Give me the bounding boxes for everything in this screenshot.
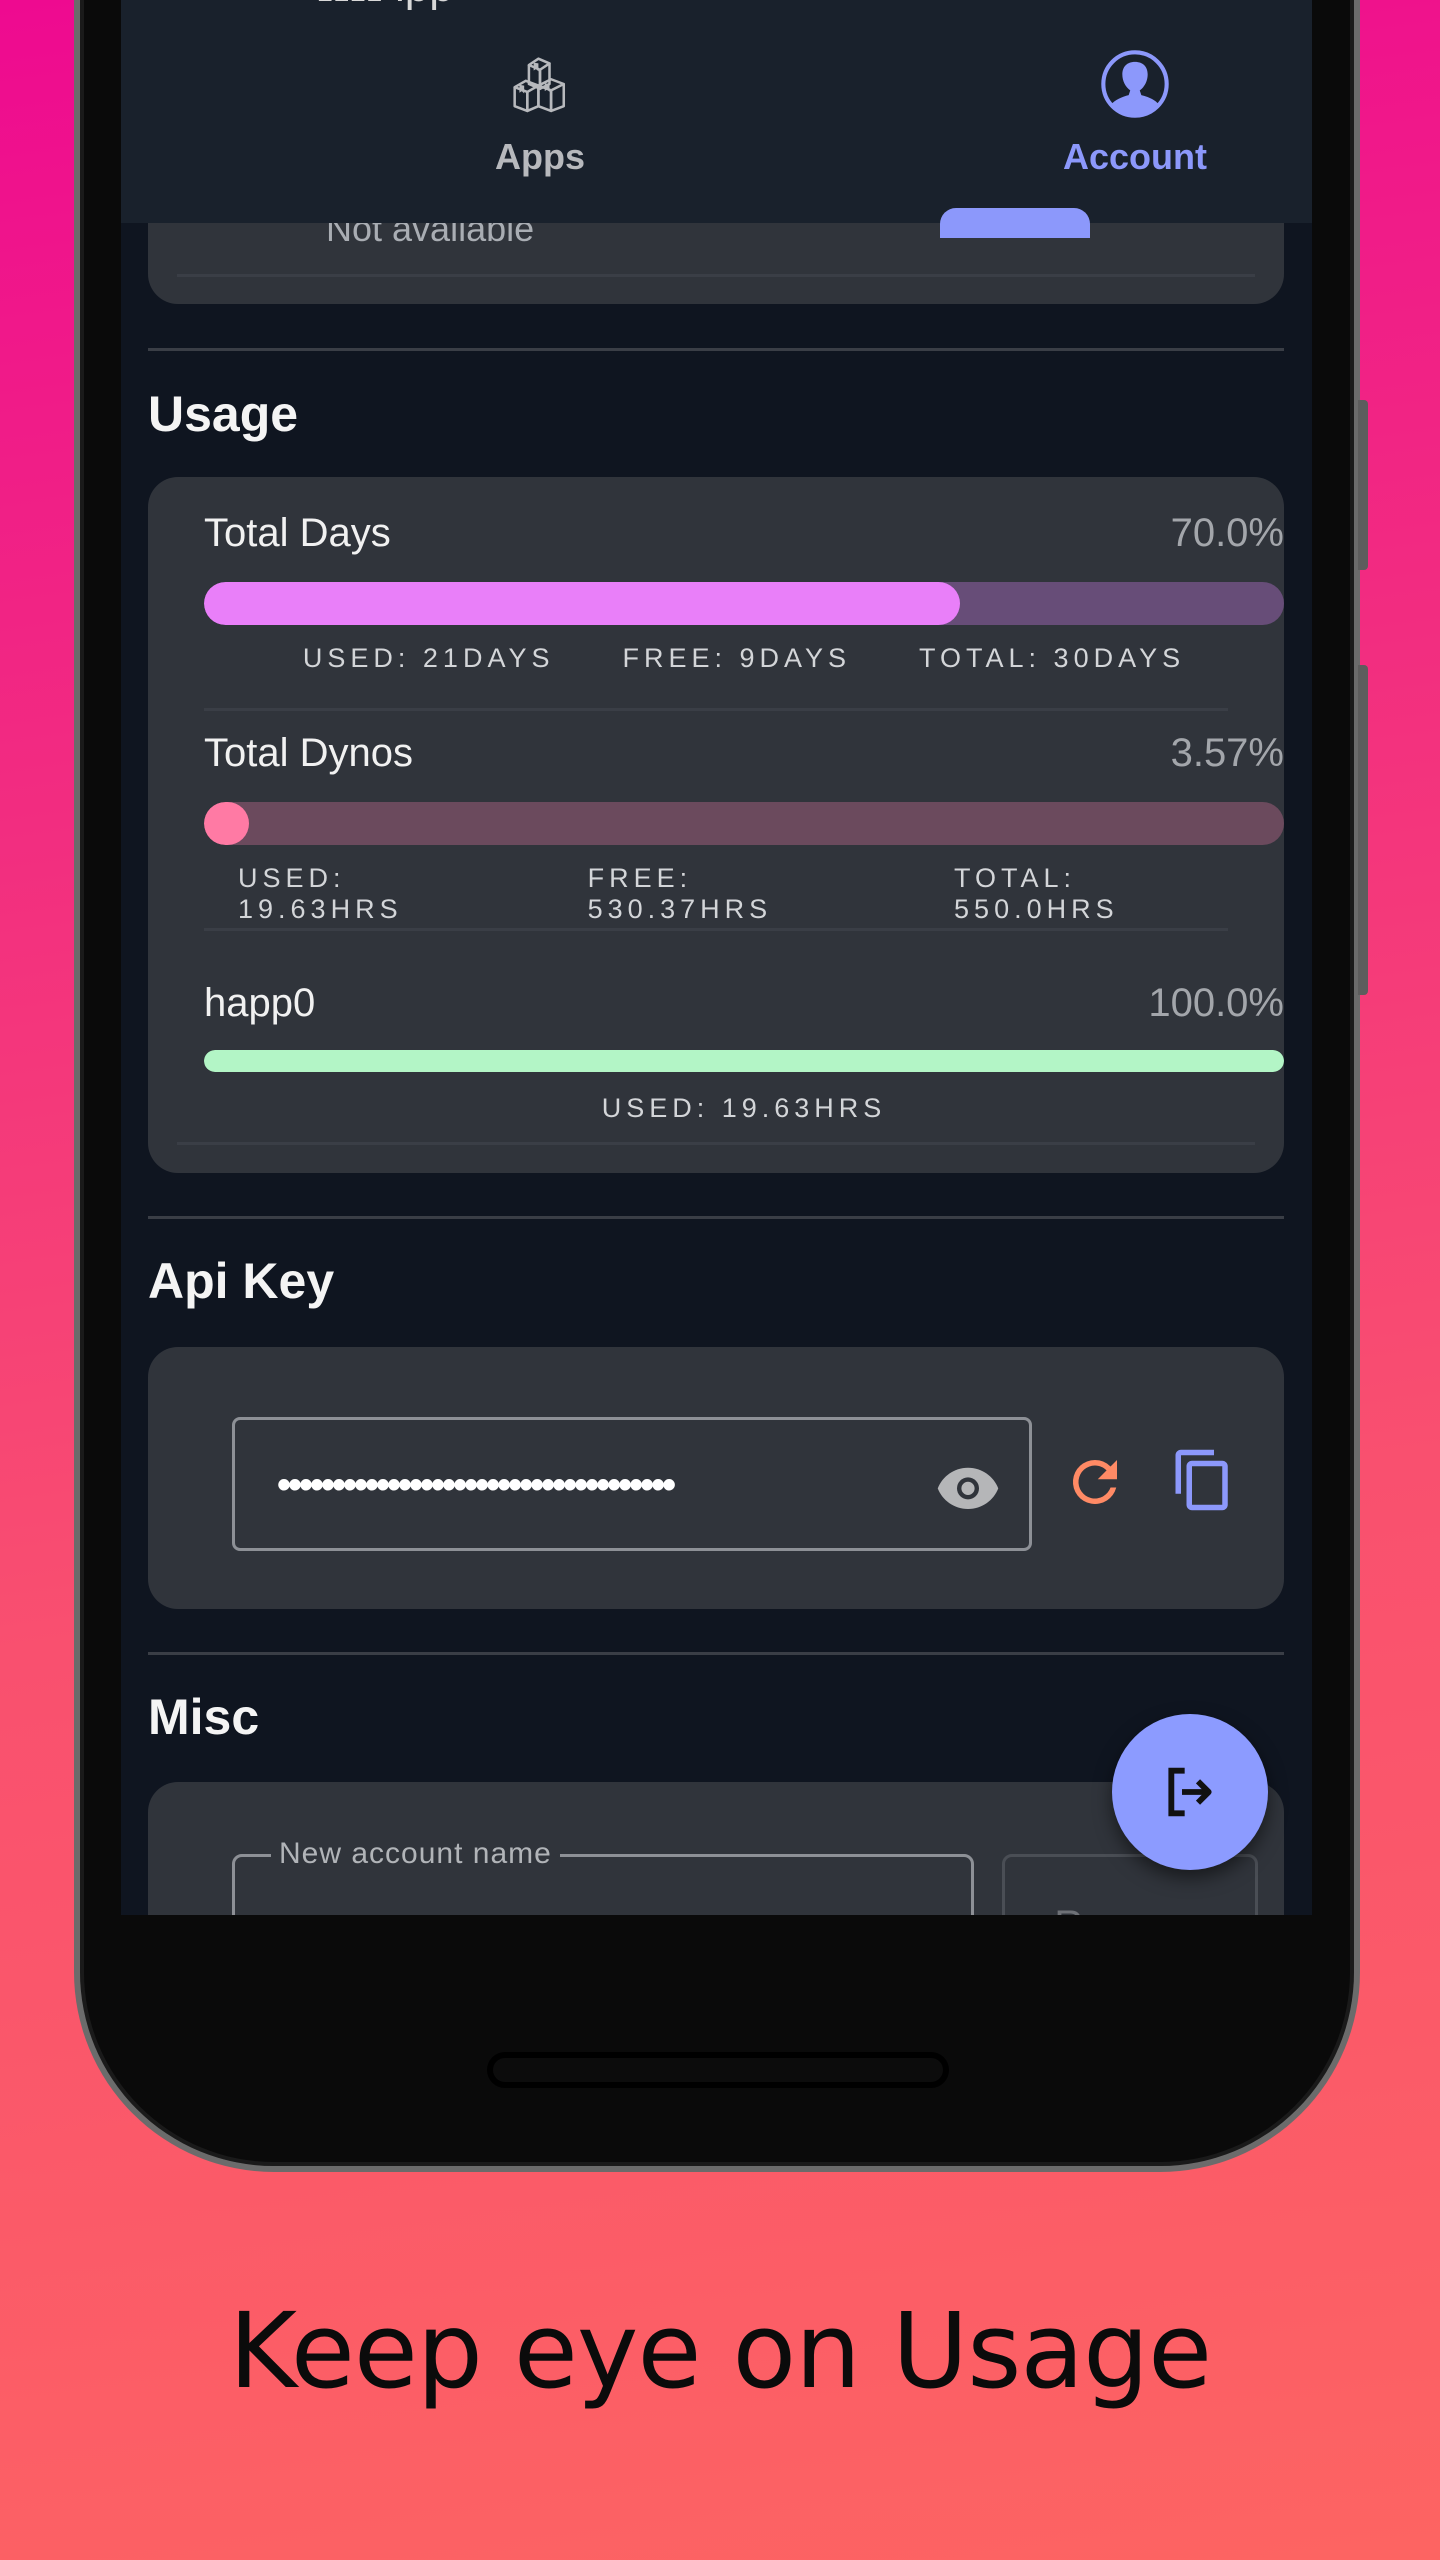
- stat-used: USED: 19.63HRS: [601, 1093, 887, 1123]
- account-name-label: New account name: [271, 1837, 560, 1871]
- row-divider: [177, 1142, 1255, 1145]
- promo-caption: Keep eye on Usage: [228, 2290, 1212, 2412]
- usage-stats: USED: 19.63HRS: [204, 1093, 1284, 1124]
- nav-tab-account[interactable]: Account: [985, 46, 1285, 178]
- app-screen: Not available Usage Total Days 70.0% USE…: [121, 0, 1312, 1915]
- nav-label-apps: Apps: [495, 136, 585, 177]
- usage-row-total-days: Total Days 70.0% USED: 21DAYS FREE: 9DAY…: [204, 511, 1284, 711]
- usage-stats: USED: 21DAYS FREE: 9DAYS TOTAL: 30DAYS: [204, 643, 1284, 674]
- power-button: [1358, 665, 1368, 995]
- nav-tab-apps[interactable]: Apps: [390, 46, 690, 178]
- logout-button[interactable]: [1112, 1714, 1268, 1870]
- usage-stats: USED: 19.63HRS FREE: 530.37HRS TOTAL: 55…: [204, 863, 1284, 925]
- account-name-value: abc.appz: [275, 1913, 437, 1915]
- row-divider: [204, 928, 1228, 931]
- usage-percent: 70.0%: [1170, 511, 1284, 555]
- usage-card: Total Days 70.0% USED: 21DAYS FREE: 9DAY…: [148, 477, 1284, 1173]
- stat-used: USED: 21DAYS: [302, 643, 555, 673]
- active-tab-indicator: [940, 208, 1090, 238]
- usage-title: Usage: [148, 386, 299, 442]
- usage-percent: 3.57%: [1170, 731, 1284, 775]
- usage-name: Total Dynos: [204, 731, 413, 775]
- usage-name: Total Days: [204, 511, 391, 555]
- misc-title: Misc: [148, 1689, 260, 1745]
- logout-icon: [1168, 1767, 1212, 1817]
- progress-fill: [204, 802, 250, 845]
- nav-label-account: Account: [1063, 136, 1207, 177]
- copy-icon[interactable]: [1170, 1445, 1236, 1511]
- stat-free: FREE: 9DAYS: [622, 643, 852, 673]
- card-divider: [177, 274, 1255, 277]
- app-title-clipped: ΩΩ ſpp: [317, 0, 454, 12]
- account-name-input[interactable]: New account name abc.appz: [232, 1837, 974, 1915]
- account-circle-icon: [1101, 50, 1169, 118]
- api-key-field[interactable]: ••••••••••••••••••••••••••••••••••••: [232, 1417, 1032, 1551]
- boxes-icon: [513, 57, 566, 113]
- navigation-bar: ΩΩ ſpp Apps Account: [121, 0, 1312, 238]
- row-divider: [204, 708, 1228, 711]
- usage-row-total-dynos: Total Dynos 3.57% USED: 19.63HRS FREE: 5…: [204, 731, 1284, 931]
- progress-fill: [204, 582, 960, 625]
- section-divider: [148, 348, 1284, 351]
- section-divider: [148, 1652, 1284, 1655]
- eye-icon[interactable]: [935, 1462, 1001, 1512]
- stat-used: USED: 19.63HRS: [238, 863, 403, 924]
- api-key-card: ••••••••••••••••••••••••••••••••••••: [148, 1347, 1284, 1609]
- progress-track: [204, 1050, 1284, 1072]
- progress-fill: [204, 1050, 1284, 1072]
- api-key-title: Api Key: [148, 1253, 335, 1309]
- usage-row-app: happ0 100.0% USED: 19.63HRS: [204, 981, 1284, 1141]
- stat-total: TOTAL: 30DAYS: [919, 643, 1186, 673]
- stat-free: FREE: 530.37HRS: [587, 863, 773, 924]
- usage-name: happ0: [204, 981, 316, 1025]
- progress-track: [204, 582, 1284, 625]
- stat-total: TOTAL: 550.0HRS: [954, 863, 1119, 924]
- home-indicator: [487, 2052, 949, 2088]
- progress-track: [204, 802, 1284, 845]
- refresh-icon[interactable]: [1062, 1449, 1128, 1515]
- section-divider: [148, 1216, 1284, 1219]
- api-key-masked-value: ••••••••••••••••••••••••••••••••••••: [277, 1463, 676, 1507]
- usage-percent: 100.0%: [1148, 981, 1284, 1025]
- volume-button: [1358, 400, 1368, 570]
